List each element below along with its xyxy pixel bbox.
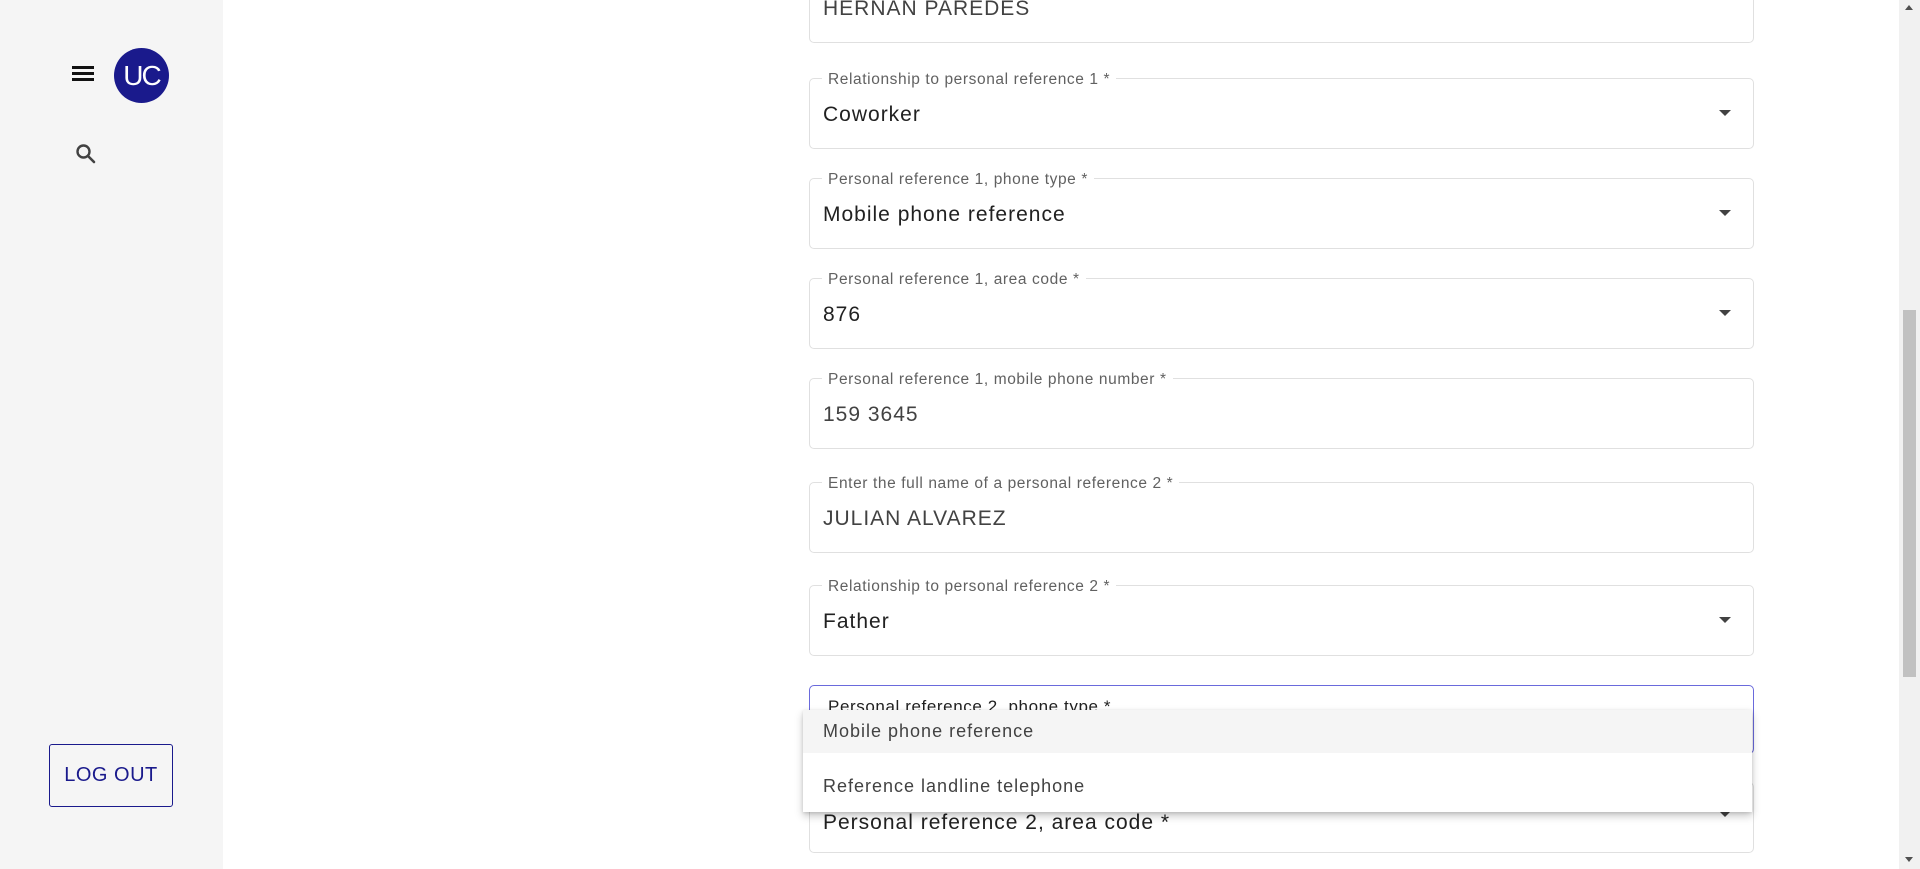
ref1-mobile-field[interactable]: Personal reference 1, mobile phone numbe… [809, 371, 1754, 449]
chevron-down-icon [1719, 310, 1731, 316]
scroll-thumb[interactable] [1903, 310, 1916, 677]
ref2-name-field[interactable]: Enter the full name of a personal refere… [809, 475, 1754, 553]
chevron-down-icon [1719, 110, 1731, 116]
ref1-relationship-value: Coworker [823, 103, 921, 126]
scroll-down-icon[interactable] [1905, 857, 1913, 862]
ref1-mobile-label: Personal reference 1, mobile phone numbe… [822, 371, 1173, 389]
main-content: HERNAN PAREDES Relationship to personal … [223, 0, 1899, 869]
chevron-down-icon [1719, 617, 1731, 623]
ref1-relationship-label: Relationship to personal reference 1 * [822, 71, 1117, 89]
vertical-scrollbar[interactable] [1899, 0, 1920, 869]
dropdown-option-mobile[interactable]: Mobile phone reference [803, 710, 1752, 753]
ref2-name-label: Enter the full name of a personal refere… [822, 475, 1180, 493]
menu-icon[interactable] [70, 62, 98, 86]
ref1-name-value: HERNAN PAREDES [823, 0, 1031, 20]
ref1-phone-type-label: Personal reference 1, phone type * [822, 171, 1094, 189]
ref2-relationship-value: Father [823, 610, 890, 633]
chevron-down-icon [1719, 210, 1731, 216]
ref2-name-value: JULIAN ALVAREZ [823, 507, 1007, 530]
ref1-area-code-value: 876 [823, 303, 862, 326]
scroll-up-icon[interactable] [1905, 5, 1913, 10]
ref1-relationship-select[interactable]: Relationship to personal reference 1 * C… [809, 71, 1754, 149]
ref1-mobile-value: 159 3645 [823, 403, 919, 426]
search-icon[interactable] [74, 142, 98, 166]
avatar[interactable]: UC [114, 48, 169, 103]
ref2-relationship-select[interactable]: Relationship to personal reference 2 * F… [809, 578, 1754, 656]
phone-type-dropdown-menu: Mobile phone reference Reference landlin… [803, 710, 1752, 812]
ref1-area-code-select[interactable]: Personal reference 1, area code * 876 [809, 271, 1754, 349]
ref1-name-field[interactable]: HERNAN PAREDES [809, 0, 1754, 43]
ref2-relationship-label: Relationship to personal reference 2 * [822, 578, 1117, 596]
ref1-phone-type-select[interactable]: Personal reference 1, phone type * Mobil… [809, 171, 1754, 249]
sidebar: UC LOG OUT [0, 0, 223, 869]
ref1-phone-type-value: Mobile phone reference [823, 203, 1066, 226]
ref2-area-code-placeholder: Personal reference 2, area code * [823, 811, 1171, 834]
dropdown-option-landline[interactable]: Reference landline telephone [803, 765, 1752, 808]
ref1-area-code-label: Personal reference 1, area code * [822, 271, 1086, 289]
logout-button[interactable]: LOG OUT [49, 744, 173, 807]
